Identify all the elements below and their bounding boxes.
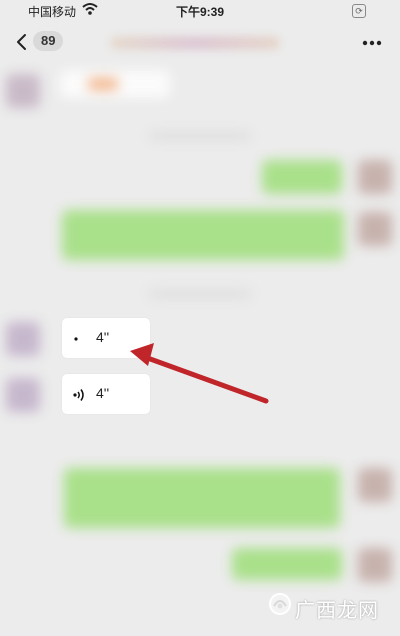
avatar <box>358 468 392 502</box>
rotation-lock-icon: ⟳ <box>352 4 366 18</box>
status-bar: 中国移动 下午9:39 ⟳ <box>0 0 400 20</box>
voice-wave-icon-playing <box>74 337 78 341</box>
voice-wave-icon <box>73 389 84 401</box>
voice-duration: 4'' <box>96 329 110 345</box>
message-bubble-blurred <box>62 210 344 260</box>
voice-duration: 4'' <box>96 385 110 401</box>
watermark-logo-icon <box>269 593 291 615</box>
watermark-text: 广西龙网 <box>295 600 379 622</box>
message-bubble-blurred <box>64 468 340 528</box>
chat-header: 89 <box>0 24 400 60</box>
message-text-blurred <box>88 78 118 90</box>
chat-title-blurred <box>110 36 280 50</box>
avatar <box>358 160 392 194</box>
avatar <box>6 322 40 356</box>
timestamp-blurred <box>150 132 250 140</box>
message-bubble-blurred <box>262 160 342 194</box>
timestamp-blurred <box>150 290 250 298</box>
voice-message[interactable]: 4'' <box>62 374 150 414</box>
avatar <box>6 378 40 412</box>
clock: 下午9:39 <box>175 5 225 19</box>
annotation-arrow <box>130 343 269 404</box>
avatar <box>358 548 392 582</box>
avatar <box>358 212 392 246</box>
unread-count-badge[interactable]: 89 <box>33 31 64 51</box>
voice-message[interactable]: 4'' <box>62 318 150 358</box>
back-chevron-icon[interactable] <box>14 33 30 51</box>
avatar <box>6 74 40 108</box>
message-bubble-blurred <box>232 548 342 580</box>
more-icon[interactable] <box>362 40 382 46</box>
